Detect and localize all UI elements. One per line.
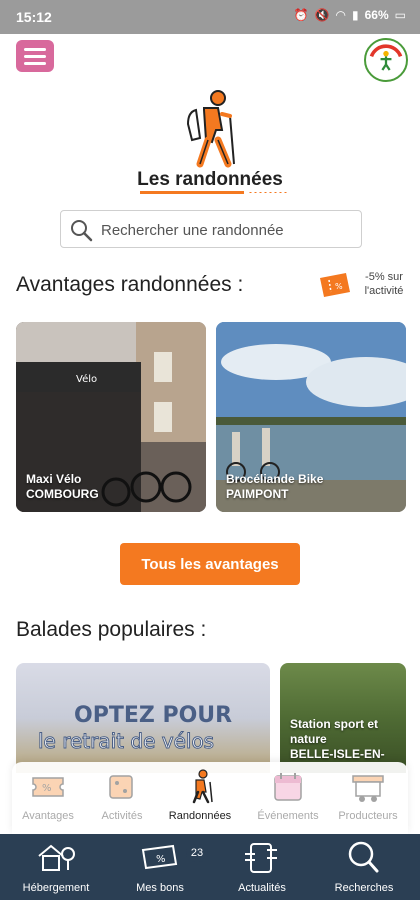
title-underline [140, 191, 244, 194]
battery-icon: ▭ [394, 8, 406, 22]
tab-activites[interactable]: Activités [86, 768, 158, 822]
svg-text:%: % [156, 854, 166, 865]
svg-text:%: % [42, 783, 52, 794]
status-icons: ⏰ 🔇 ◠ ▮ 66% ▭ [294, 8, 406, 22]
advantage-card-maxi-velo[interactable]: Vélo Maxi Vélo COMBOURG [16, 322, 206, 512]
page-title: Les randonnées [137, 169, 283, 190]
popular-card-station[interactable]: Station sport et nature BELLE-ISLE-EN- [280, 663, 406, 773]
ticket-icon: % [320, 273, 350, 297]
title-dots [248, 191, 288, 194]
nav-mes-bons[interactable]: % 23 Mes bons [110, 840, 210, 894]
hiker-icon [192, 769, 213, 804]
tab-evenements[interactable]: Événements [252, 768, 324, 822]
advantage-card-broceliande-bike[interactable]: Brocéliande Bike PAIMPONT [216, 322, 406, 512]
all-advantages-button[interactable]: Tous les avantages [120, 543, 300, 585]
nav-recherches[interactable]: Recherches [314, 840, 414, 894]
card-label: Brocéliande Bike PAIMPONT [226, 472, 324, 501]
svg-text:Vélo: Vélo [76, 373, 97, 385]
search-icon [348, 841, 379, 873]
nav-hebergement[interactable]: Hébergement [6, 840, 106, 894]
nav-actualites[interactable]: Actualités [212, 840, 312, 894]
search-input[interactable] [101, 217, 351, 243]
svg-text:%: % [335, 282, 343, 291]
bottom-nav: Hébergement % 23 Mes bons Actualités Rec… [0, 834, 420, 900]
voucher-icon: % [141, 844, 178, 870]
search-icon[interactable] [69, 218, 93, 242]
hamburger-icon[interactable] [16, 40, 54, 72]
hiker-icon [186, 90, 235, 168]
alarm-icon: ⏰ [293, 8, 309, 22]
ticket-icon: % [32, 777, 64, 797]
mute-icon: 🔇 [314, 8, 330, 22]
status-bar: 15:12 ⏰ 🔇 ◠ ▮ 66% ▭ [0, 0, 420, 34]
popular-card-promo[interactable]: OPTEZ POUR le retrait de vélos [16, 663, 270, 773]
tab-randonnees[interactable]: Randonnées [164, 768, 236, 822]
tab-avantages[interactable]: % Avantages [12, 768, 84, 822]
calendar-icon [274, 773, 302, 801]
discount-note: -5% sur l'activité [364, 271, 404, 297]
tab-producteurs[interactable]: Producteurs [332, 768, 404, 822]
house-icon [38, 844, 75, 871]
wifi-icon: ◠ [335, 8, 347, 22]
activities-icon [109, 775, 133, 799]
status-time: 15:12 [16, 9, 52, 25]
promo-subline: le retrait de vélos [37, 729, 215, 754]
card-label: Station sport et nature BELLE-ISLE-EN- [290, 717, 385, 761]
voucher-count-badge: 23 [186, 844, 208, 862]
signal-icon: ▮ [352, 8, 359, 22]
promo-headline: OPTEZ POUR [74, 703, 233, 728]
popular-title: Balades populaires : [16, 618, 207, 641]
search-box[interactable] [60, 210, 362, 248]
battery-level: 66% [364, 8, 389, 22]
news-icon [245, 843, 277, 873]
card-label: Maxi Vélo COMBOURG [26, 472, 99, 501]
advantages-title: Avantages randonnées : [16, 273, 244, 296]
market-stall-icon [352, 775, 384, 802]
brand-logo[interactable] [364, 38, 408, 82]
category-tab-bar: % Avantages Activités Randonnées Événeme… [12, 762, 408, 834]
